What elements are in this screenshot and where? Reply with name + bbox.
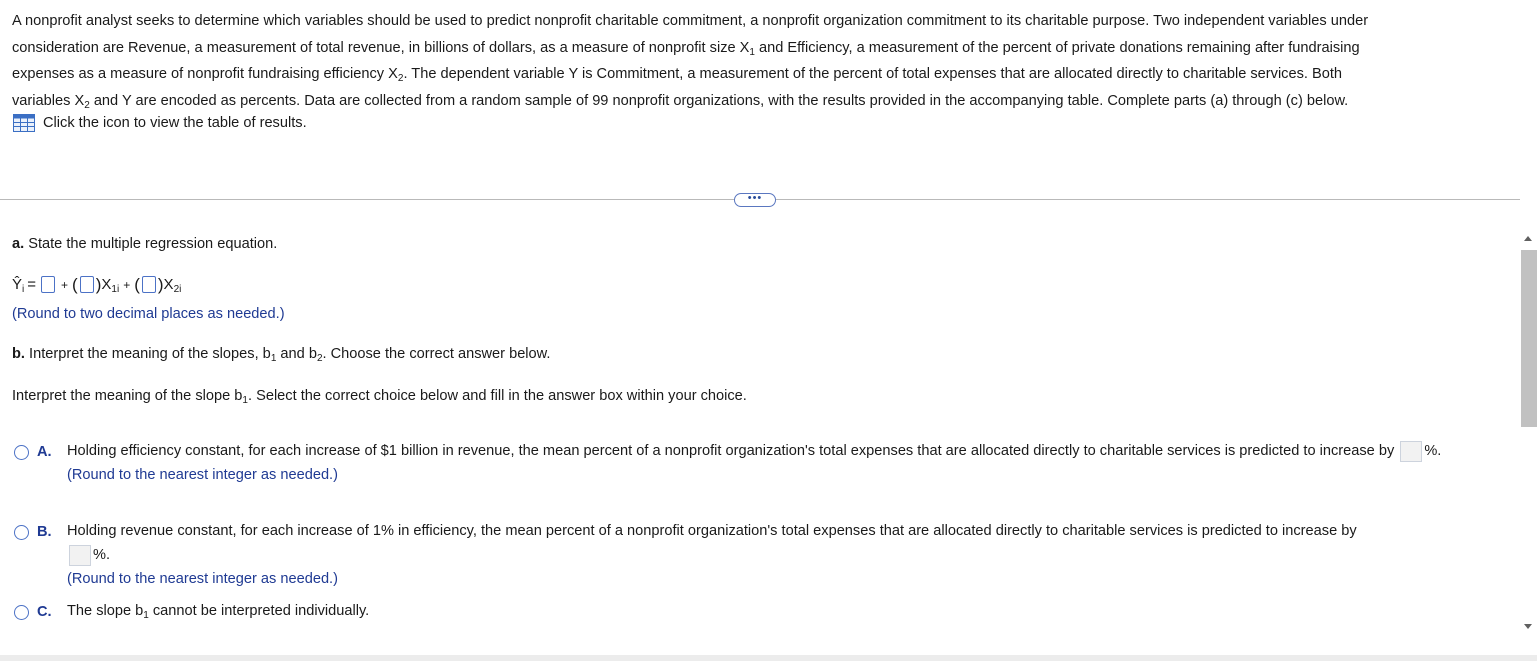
b1-input[interactable] (79, 276, 94, 293)
yhat-symbol: Ŷi (12, 276, 25, 295)
x2-term: X2i (163, 276, 182, 295)
slope-b1-question: Interpret the meaning of the slope b1. S… (12, 388, 747, 406)
choice-b-answer-box[interactable] (69, 544, 91, 566)
choice-c-radio[interactable] (14, 605, 29, 620)
intro-line-2: consideration are Revenue, a measurement… (12, 39, 1360, 58)
expand-more-button[interactable]: ••• (734, 193, 776, 207)
view-table-label[interactable]: Click the icon to view the table of resu… (43, 115, 307, 131)
intro-line-1: A nonprofit analyst seeks to determine w… (12, 13, 1369, 29)
b2-input[interactable] (141, 276, 156, 293)
x1-term: X1i (101, 276, 120, 295)
part-a-rounding-hint: (Round to two decimal places as needed.) (12, 306, 285, 322)
intro-line-4: variables X2 and Y are encoded as percen… (12, 92, 1349, 111)
bottom-bar (0, 655, 1537, 661)
part-b-prompt: b. Interpret the meaning of the slopes, … (12, 346, 551, 364)
table-grid-icon[interactable] (13, 114, 35, 132)
intercept-input[interactable] (41, 276, 56, 293)
choice-a-radio[interactable] (14, 445, 29, 460)
problem-statement: A nonprofit analyst seeks to determine w… (12, 8, 1524, 114)
regression-equation: Ŷi = + () X1i + () X2i (12, 275, 182, 295)
intro-line-3: expenses as a measure of nonprofit fundr… (12, 66, 1343, 84)
scroll-down-arrow-icon[interactable] (1524, 624, 1532, 629)
choice-b-rounding-hint: (Round to the nearest integer as needed.… (67, 571, 338, 587)
part-a-prompt: a. State the multiple regression equatio… (12, 236, 278, 252)
scrollbar-thumb[interactable] (1521, 250, 1537, 427)
choice-b-radio[interactable] (14, 525, 29, 540)
view-table-link[interactable]: Click the icon to view the table of resu… (13, 114, 307, 132)
scroll-up-arrow-icon[interactable] (1524, 236, 1532, 241)
choice-a-rounding-hint: (Round to the nearest integer as needed.… (67, 467, 338, 483)
choice-a-answer-box[interactable] (1400, 440, 1423, 462)
